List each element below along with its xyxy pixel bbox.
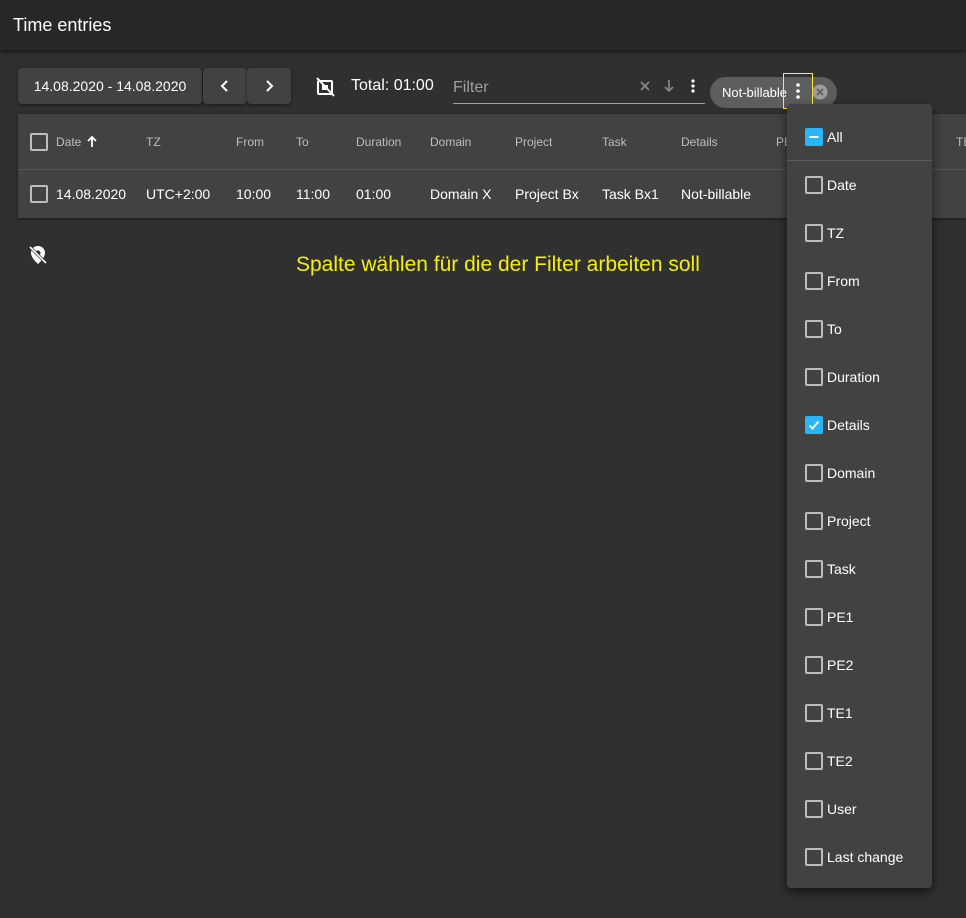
- header-details[interactable]: Details: [681, 114, 718, 169]
- header-from[interactable]: From: [236, 114, 264, 169]
- column-menu-checkbox[interactable]: [805, 320, 823, 338]
- column-menu-item-te2[interactable]: TE2: [787, 737, 932, 785]
- cell-date: 14.08.2020: [56, 186, 127, 202]
- chip-label: Not-billable: [722, 85, 788, 100]
- cell-from: 10:00: [236, 186, 272, 202]
- chevron-left-icon: [220, 80, 228, 92]
- cell-details: Not-billable: [681, 186, 752, 202]
- total-duration: Total: 01:00: [351, 77, 434, 94]
- clear-icon[interactable]: [637, 78, 653, 94]
- column-menu-checkbox[interactable]: [805, 752, 823, 770]
- column-menu-item-task[interactable]: Task: [787, 545, 932, 593]
- column-menu-checkbox[interactable]: [805, 224, 823, 242]
- column-menu-label: User: [827, 801, 857, 817]
- column-menu-label: TZ: [827, 225, 845, 241]
- header-date-label: Date: [56, 134, 82, 149]
- column-menu-label: All: [827, 128, 843, 145]
- cell-domain: Domain X: [430, 186, 492, 202]
- sort-down-icon[interactable]: [661, 78, 677, 94]
- column-menu-checkbox[interactable]: [805, 512, 823, 530]
- column-menu-item-te1[interactable]: TE1: [787, 689, 932, 737]
- column-menu-item-user[interactable]: User: [787, 785, 932, 833]
- column-menu-label: From: [827, 273, 860, 289]
- cell-task: Task Bx1: [602, 186, 659, 202]
- column-menu-label: To: [827, 321, 842, 337]
- check-icon: [808, 420, 820, 430]
- header-domain[interactable]: Domain: [430, 114, 471, 169]
- header-te[interactable]: TE: [956, 114, 966, 169]
- more-vert-icon[interactable]: [685, 78, 701, 94]
- column-menu-label: Date: [827, 177, 857, 193]
- minus-icon: [809, 135, 819, 138]
- column-menu-item-date[interactable]: Date: [787, 161, 932, 209]
- not-billable-icon[interactable]: [314, 76, 336, 98]
- column-menu-item-project[interactable]: Project: [787, 497, 932, 545]
- location-off-icon[interactable]: [27, 244, 49, 266]
- column-menu-item-last-change[interactable]: Last change: [787, 833, 932, 881]
- column-menu-item-to[interactable]: To: [787, 305, 932, 353]
- header-to[interactable]: To: [296, 114, 309, 169]
- previous-period-button[interactable]: [203, 68, 247, 104]
- column-menu-label: PE1: [827, 609, 854, 625]
- date-range-label: 14.08.2020 - 14.08.2020: [33, 78, 187, 94]
- header-task[interactable]: Task: [602, 114, 627, 169]
- column-menu-label: Project: [827, 513, 871, 529]
- cancel-icon[interactable]: [812, 84, 828, 100]
- header-tz[interactable]: TZ: [146, 114, 161, 169]
- header-project[interactable]: Project: [515, 114, 552, 169]
- column-menu-item-tz[interactable]: TZ: [787, 209, 932, 257]
- select-all-checkbox[interactable]: [30, 132, 48, 151]
- column-menu-item-duration[interactable]: Duration: [787, 353, 932, 401]
- cell-to: 11:00: [296, 186, 330, 202]
- column-menu-item-from[interactable]: From: [787, 257, 932, 305]
- header-date[interactable]: Date: [56, 114, 97, 169]
- page-title: Time entries: [13, 15, 112, 35]
- column-menu-label: TE1: [827, 705, 853, 721]
- chevron-right-icon: [266, 80, 274, 92]
- column-menu-item-details[interactable]: Details: [787, 401, 932, 449]
- column-menu-checkbox[interactable]: [805, 560, 823, 578]
- arrow-up-icon: [87, 135, 97, 148]
- select-all-cell: [30, 114, 48, 169]
- filter-field: [453, 72, 705, 104]
- column-menu-item-domain[interactable]: Domain: [787, 449, 932, 497]
- date-range-button[interactable]: 14.08.2020 - 14.08.2020: [18, 68, 202, 104]
- column-menu-checkbox[interactable]: [805, 656, 823, 674]
- column-menu-item-pe1[interactable]: PE1: [787, 593, 932, 641]
- cell-project: Project Bx: [515, 186, 579, 202]
- column-menu-checkbox[interactable]: [805, 848, 823, 866]
- column-menu-checkbox[interactable]: [805, 176, 823, 194]
- next-period-button[interactable]: [247, 68, 291, 104]
- column-menu-checkbox[interactable]: [805, 416, 823, 434]
- row-checkbox[interactable]: [30, 185, 48, 203]
- column-filter-menu: All Date TZ From To Duration Details Domain Proj…: [787, 104, 932, 888]
- column-menu-checkbox[interactable]: [805, 272, 823, 290]
- column-menu-label: Last change: [827, 849, 904, 865]
- column-menu-item-all[interactable]: All: [787, 113, 932, 161]
- column-menu-checkbox[interactable]: [805, 127, 823, 146]
- filter-input[interactable]: [453, 76, 623, 100]
- column-menu-checkbox[interactable]: [805, 800, 823, 818]
- column-menu-label: PE2: [827, 657, 854, 673]
- cell-tz: UTC+2:00: [146, 186, 211, 202]
- column-menu-checkbox[interactable]: [805, 704, 823, 722]
- cell-duration: 01:00: [356, 186, 392, 202]
- column-menu-checkbox[interactable]: [805, 608, 823, 626]
- row-select-cell: [30, 170, 48, 218]
- column-menu-checkbox[interactable]: [805, 464, 823, 482]
- column-menu-label: Details: [827, 417, 870, 433]
- column-menu-checkbox[interactable]: [805, 368, 823, 386]
- filter-hint-annotation: Spalte wählen für die der Filter arbeite…: [296, 253, 700, 276]
- app-bar: Time entries: [0, 0, 966, 50]
- column-menu-label: Task: [827, 561, 856, 577]
- header-duration[interactable]: Duration: [356, 114, 401, 169]
- column-menu-item-pe2[interactable]: PE2: [787, 641, 932, 689]
- column-menu-label: Domain: [827, 465, 876, 481]
- more-vert-icon: [796, 83, 800, 99]
- column-menu-label: Duration: [827, 369, 880, 385]
- column-menu-label: TE2: [827, 753, 853, 769]
